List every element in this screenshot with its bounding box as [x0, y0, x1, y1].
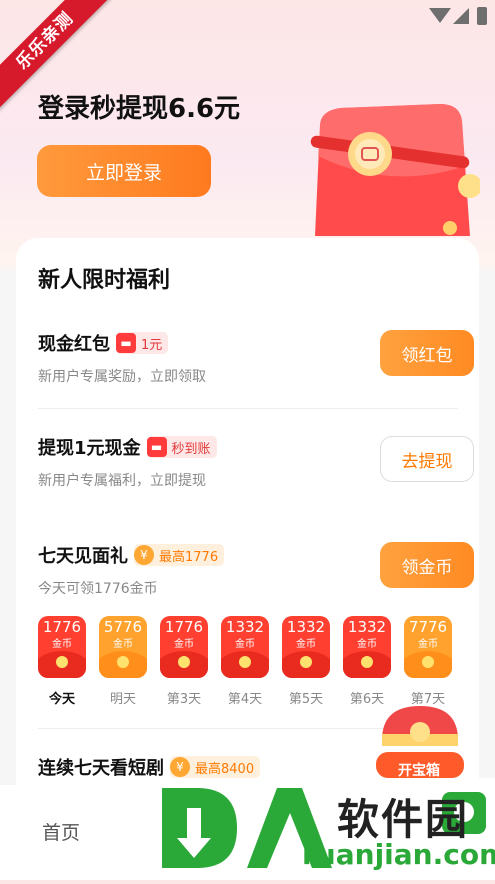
watermark-url: ruanjian.com: [302, 838, 495, 871]
task-tag: ¥ 最高1776: [134, 544, 225, 566]
reward-amount: 1332: [347, 618, 387, 636]
battery-icon: [477, 7, 487, 25]
task-tag-label: 秒到账: [171, 441, 211, 457]
watermark-logo: 软件园 ruanjian.com: [152, 778, 495, 880]
reward-unit: 金币: [296, 639, 316, 650]
reward-amount: 1332: [225, 618, 265, 636]
login-promo-title: 登录秒提现6.6元: [38, 94, 241, 124]
day-label: 第3天: [166, 692, 202, 707]
reward-unit: 金币: [235, 639, 255, 650]
day-reward-6[interactable]: 1332 金币 第6天: [343, 616, 391, 707]
coin-icon: ¥: [134, 545, 154, 565]
task-title: 提现1元现金: [38, 438, 141, 459]
day-label: 明天: [109, 692, 136, 707]
day-label: 今天: [48, 692, 75, 707]
task-tag: ▬ 秒到账: [146, 436, 217, 458]
claim-envelope-button[interactable]: 领红包: [380, 330, 474, 376]
login-button[interactable]: 立即登录: [37, 145, 211, 197]
task-tag: ¥ 最高8400: [170, 756, 261, 778]
task-seven-day-gift: 七天见面礼 ¥ 最高1776 今天可领1776金币 领金币: [38, 542, 474, 598]
reward-amount: 1332: [286, 618, 326, 636]
claim-coins-button[interactable]: 领金币: [380, 542, 474, 588]
day-label: 第4天: [227, 692, 263, 707]
reward-unit: 金币: [174, 639, 194, 650]
reward-amount: 1776: [42, 618, 82, 636]
reward-amount: 7776: [408, 618, 448, 636]
wifi-icon: [429, 8, 451, 23]
task-withdraw: 提现1元现金 ▬ 秒到账 新用户专属福利，立即提现 去提现: [38, 434, 474, 490]
day-reward-1[interactable]: 1776 金币 今天: [38, 616, 86, 707]
task-tag: ▬ 1元: [116, 332, 169, 354]
nav-home-tab[interactable]: 首页: [42, 818, 80, 845]
coin-icon: ¥: [170, 757, 190, 777]
seven-day-rewards: 1776 金币 今天 5776 金币 明天 1776 金币 第3天 1332 金…: [38, 616, 458, 707]
reward-unit: 金币: [357, 639, 377, 650]
red-envelope-icon: ▬: [146, 437, 167, 457]
task-tag-label: 1元: [141, 337, 163, 353]
withdraw-button[interactable]: 去提现: [380, 436, 474, 482]
day-reward-4[interactable]: 1332 金币 第4天: [221, 616, 269, 707]
red-envelope-icon: ▬: [116, 333, 136, 353]
task-title: 七天见面礼: [38, 546, 128, 567]
task-title: 连续七天看短剧: [38, 758, 164, 779]
reward-unit: 金币: [52, 639, 72, 650]
day-reward-7[interactable]: 7776 金币 第7天: [404, 616, 452, 707]
divider: [38, 408, 458, 409]
day-reward-3[interactable]: 1776 金币 第3天: [160, 616, 208, 707]
reward-amount: 5776: [103, 618, 143, 636]
card-title: 新人限时福利: [38, 268, 171, 293]
reward-amount: 1776: [164, 618, 204, 636]
treasure-chest-button[interactable]: 开宝箱: [370, 700, 470, 780]
red-envelope-illustration: [310, 104, 480, 236]
reward-unit: 金币: [113, 639, 133, 650]
day-reward-5[interactable]: 1332 金币 第5天: [282, 616, 330, 707]
task-tag-label: 最高8400: [195, 761, 255, 777]
signal-icon: [453, 8, 469, 24]
reward-unit: 金币: [418, 639, 438, 650]
task-tag-label: 最高1776: [159, 549, 219, 565]
day-reward-2[interactable]: 5776 金币 明天: [99, 616, 147, 707]
task-title: 现金红包: [38, 334, 110, 355]
day-label: 第5天: [288, 692, 324, 707]
chest-label: 开宝箱: [398, 763, 440, 779]
task-cash-envelope: 现金红包 ▬ 1元 新用户专属奖励，立即领取 领红包: [38, 330, 474, 386]
